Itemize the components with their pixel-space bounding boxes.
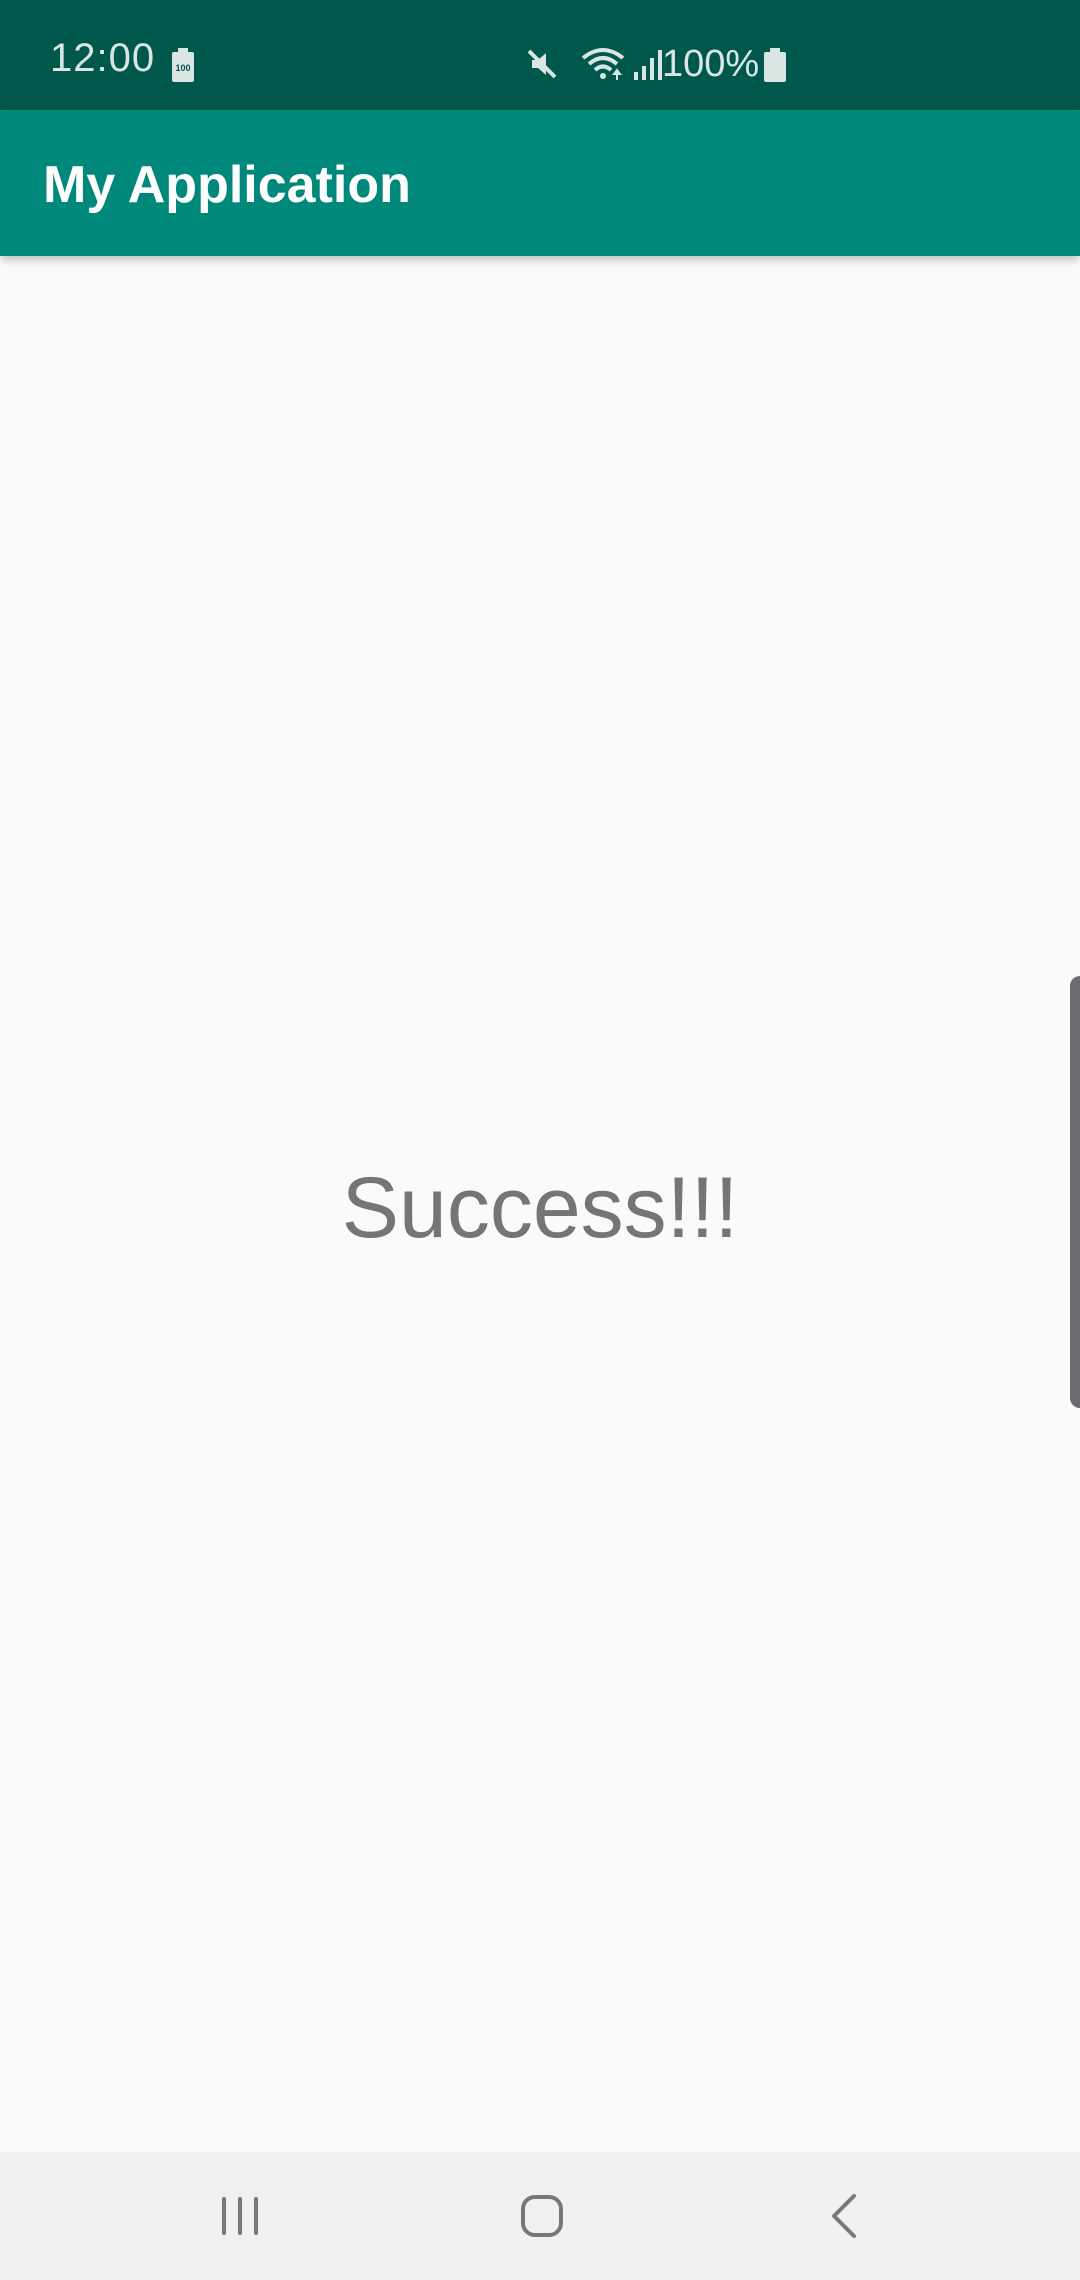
home-icon (521, 2195, 563, 2237)
home-button[interactable] (472, 2152, 612, 2280)
app-title: My Application (43, 156, 411, 214)
recents-button[interactable] (170, 2152, 310, 2280)
back-button[interactable] (774, 2152, 914, 2280)
app-screen: 12:00 100 100% My Application Success!!! (0, 0, 1080, 2280)
battery-percent: 100% (662, 43, 760, 85)
recents-icon (222, 2197, 258, 2235)
navigation-bar (0, 2152, 1080, 2280)
mute-icon (527, 49, 557, 79)
success-message: Success!!! (341, 1160, 739, 1256)
wifi-icon (581, 48, 625, 80)
back-icon (832, 2194, 856, 2238)
battery-icon (764, 48, 786, 82)
signal-icon (634, 50, 662, 80)
status-time: 12:00 (50, 36, 156, 80)
app-bar: My Application (0, 110, 1080, 256)
main-content: Success!!! (0, 256, 1080, 2152)
status-icons (524, 44, 664, 84)
battery-saver-icon: 100 (172, 48, 194, 82)
status-bar: 12:00 100 100% (0, 0, 1080, 110)
svg-text:100: 100 (175, 63, 190, 73)
edge-panel-handle[interactable] (1070, 976, 1080, 1408)
